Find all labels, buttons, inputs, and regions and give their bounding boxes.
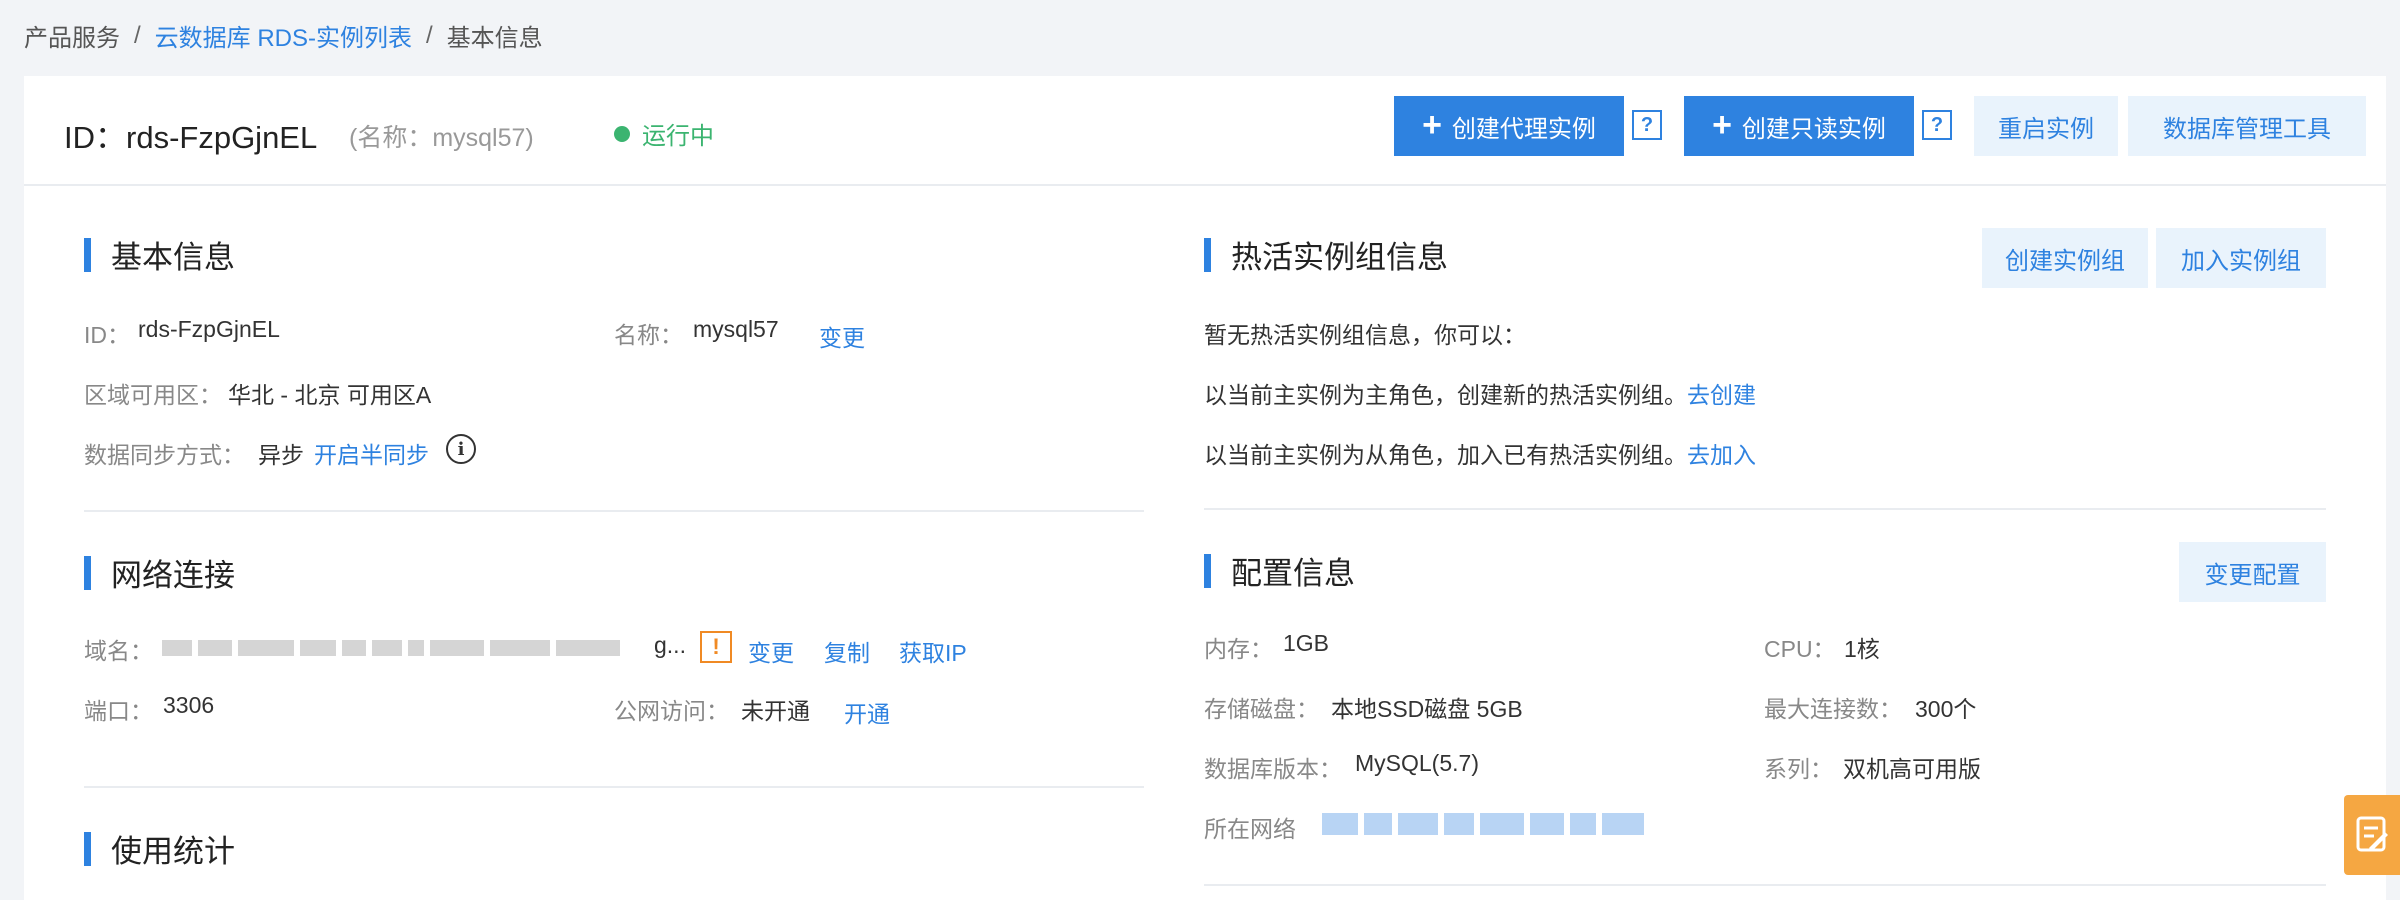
instance-detail-card: ID：rds-FzpGjnEL (名称：mysql57) 运行中 + 创建代理实…: [24, 76, 2386, 900]
section-divider: [84, 786, 1144, 788]
get-ip-link[interactable]: 获取IP: [899, 634, 967, 668]
section-accent-bar: [1204, 237, 1211, 272]
basic-info-title: 基本信息: [111, 240, 235, 275]
basic-info-section-title: 基本信息: [84, 232, 235, 277]
db-management-tool-button[interactable]: 数据库管理工具: [2128, 96, 2366, 156]
series-label: 系列：: [1764, 756, 1833, 782]
instance-header: ID：rds-FzpGjnEL (名称：mysql57) 运行中 + 创建代理实…: [24, 76, 2386, 186]
create-proxy-instance-button[interactable]: + 创建代理实例: [1394, 96, 1624, 156]
sync-value: 异步: [258, 442, 304, 468]
breadcrumb-rds-list[interactable]: 云数据库 RDS-实例列表: [155, 18, 412, 53]
port-value: 3306: [163, 692, 215, 718]
status-text: 运行中: [642, 123, 714, 150]
domain-change-link[interactable]: 变更: [748, 634, 794, 668]
hot-group-title: 热活实例组信息: [1231, 240, 1448, 275]
domain-copy-link[interactable]: 复制: [824, 634, 870, 668]
db-version-label: 数据库版本：: [1204, 756, 1342, 782]
section-accent-bar: [1204, 553, 1211, 588]
question-icon[interactable]: ?: [1922, 110, 1952, 140]
disk-label: 存储磁盘：: [1204, 696, 1319, 722]
breadcrumb-products[interactable]: 产品服务: [24, 18, 120, 53]
max-connections-value: 300个: [1915, 696, 1977, 722]
section-accent-bar: [84, 237, 91, 272]
network-label: 所在网络: [1204, 816, 1296, 842]
domain-value-tail: g...: [654, 632, 686, 658]
warning-icon[interactable]: !: [700, 631, 732, 663]
section-divider: [84, 510, 1144, 512]
memory-label: 内存：: [1204, 636, 1273, 662]
hot-group-create-text: 以当前主实例为主角色，创建新的热活实例组。: [1204, 382, 1687, 408]
question-icon[interactable]: ?: [1632, 110, 1662, 140]
port-label: 端口：: [84, 698, 153, 724]
usage-section-title: 使用统计: [84, 826, 235, 871]
name-change-link[interactable]: 变更: [819, 319, 865, 353]
go-join-link[interactable]: 去加入: [1687, 442, 1756, 468]
hot-group-section-title: 热活实例组信息: [1204, 232, 1448, 277]
breadcrumb-separator: /: [134, 21, 141, 49]
db-version-value: MySQL(5.7): [1355, 750, 1479, 776]
hot-group-create-line: 以当前主实例为主角色，创建新的热活实例组。去创建: [1204, 376, 1756, 410]
feedback-icon[interactable]: [2344, 795, 2400, 875]
go-create-link[interactable]: 去创建: [1687, 382, 1756, 408]
hot-group-join-text: 以当前主实例为从角色，加入已有热活实例组。: [1204, 442, 1687, 468]
info-circle-icon[interactable]: i: [446, 434, 476, 464]
status-badge: 运行中: [614, 116, 714, 151]
hot-group-empty-text: 暂无热活实例组信息，你可以：: [1204, 322, 1526, 348]
id-value: rds-FzpGjnEL: [138, 316, 280, 342]
create-proxy-label: 创建代理实例: [1451, 115, 1596, 143]
change-config-button[interactable]: 变更配置: [2179, 542, 2326, 602]
disk-value: 本地SSD磁盘 5GB: [1331, 696, 1523, 722]
name-value: mysql57: [693, 316, 779, 342]
breadcrumb-separator: /: [426, 21, 433, 49]
max-connections-label: 最大连接数：: [1764, 696, 1902, 722]
instance-name: (名称：mysql57): [349, 124, 534, 152]
cpu-label: CPU：: [1764, 636, 1836, 662]
breadcrumb: 产品服务 / 云数据库 RDS-实例列表 / 基本信息: [24, 18, 543, 53]
series-value: 双机高可用版: [1843, 756, 1981, 782]
hot-group-join-line: 以当前主实例为从角色，加入已有热活实例组。去加入: [1204, 436, 1756, 470]
id-label: ID：: [84, 322, 130, 348]
sync-label: 数据同步方式：: [84, 442, 245, 468]
cpu-value: 1核: [1844, 636, 1880, 662]
name-label: 名称：: [614, 322, 683, 348]
network-title: 网络连接: [111, 558, 235, 593]
status-dot-icon: [614, 125, 630, 142]
section-accent-bar: [84, 555, 91, 590]
domain-value-redacted: [162, 636, 620, 660]
breadcrumb-current: 基本信息: [446, 25, 543, 52]
create-readonly-instance-button[interactable]: + 创建只读实例: [1684, 96, 1914, 156]
domain-label: 域名：: [84, 638, 153, 664]
public-access-label: 公网访问：: [614, 698, 729, 724]
network-value-redacted: [1322, 812, 1644, 836]
create-instance-group-button[interactable]: 创建实例组: [1982, 228, 2148, 288]
zone-label: 区域可用区：: [84, 382, 222, 408]
enable-public-access-link[interactable]: 开通: [844, 695, 890, 729]
section-accent-bar: [84, 831, 91, 866]
memory-value: 1GB: [1283, 630, 1330, 656]
network-section-title: 网络连接: [84, 550, 235, 595]
public-access-value: 未开通: [741, 698, 810, 724]
zone-value: 华北 - 北京 可用区A: [228, 382, 432, 408]
plus-icon: +: [1422, 105, 1442, 144]
feedback-glyph: [2356, 816, 2388, 852]
section-divider: [1204, 508, 2326, 510]
enable-semi-sync-link[interactable]: 开启半同步: [314, 436, 429, 470]
instance-id: ID：rds-FzpGjnEL: [64, 120, 318, 155]
join-instance-group-button[interactable]: 加入实例组: [2156, 228, 2326, 288]
usage-title: 使用统计: [111, 834, 235, 869]
restart-instance-button[interactable]: 重启实例: [1974, 96, 2118, 156]
plus-icon: +: [1712, 105, 1732, 144]
config-section-title: 配置信息: [1204, 548, 1355, 593]
section-divider: [1204, 884, 2326, 886]
create-readonly-label: 创建只读实例: [1741, 115, 1886, 143]
config-title: 配置信息: [1231, 556, 1355, 591]
